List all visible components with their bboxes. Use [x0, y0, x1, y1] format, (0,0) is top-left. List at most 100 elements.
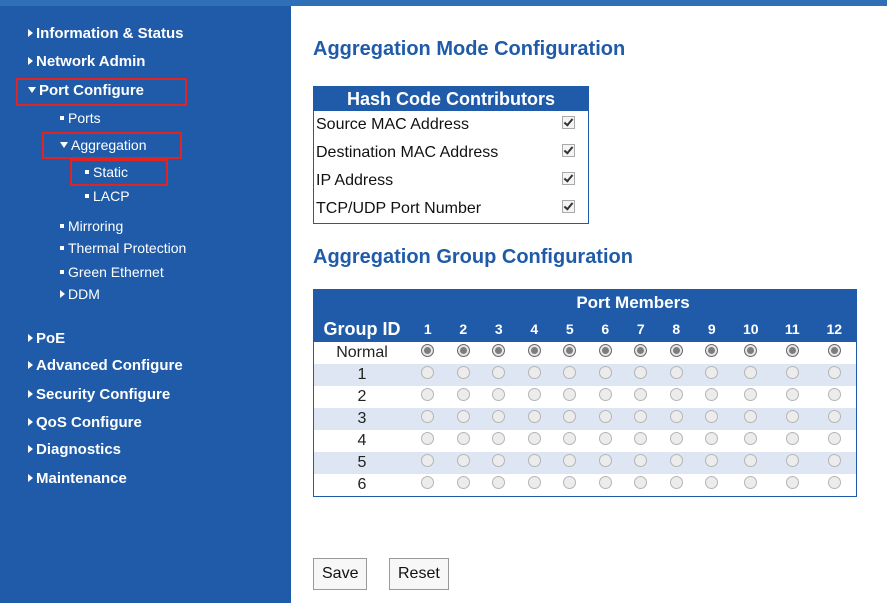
sidebar-item-ports[interactable]: Ports — [60, 108, 101, 128]
save-button[interactable]: Save — [313, 558, 368, 590]
port-member-radio[interactable] — [527, 366, 541, 379]
port-member-radio[interactable] — [421, 454, 435, 467]
sidebar-item-information-status[interactable]: Information & Status — [28, 24, 184, 44]
port-member-radio[interactable] — [669, 432, 683, 445]
port-member-radio[interactable] — [598, 476, 612, 489]
port-member-radio[interactable] — [827, 476, 841, 489]
port-member-radio[interactable] — [744, 454, 758, 467]
port-member-radio[interactable] — [785, 410, 799, 423]
port-member-radio[interactable] — [598, 366, 612, 379]
destination-mac-checkbox[interactable] — [561, 144, 575, 157]
port-member-radio[interactable] — [744, 476, 758, 489]
port-member-radio[interactable] — [598, 454, 612, 467]
port-member-radio[interactable] — [598, 432, 612, 445]
sidebar-item-green-ethernet[interactable]: Green Ethernet — [60, 262, 164, 282]
port-member-radio[interactable] — [421, 432, 435, 445]
port-member-radio[interactable] — [456, 388, 470, 401]
port-member-radio[interactable] — [785, 388, 799, 401]
sidebar-item-security-configure[interactable]: Security Configure — [28, 385, 170, 405]
tcp-udp-port-checkbox[interactable] — [561, 200, 575, 213]
port-member-radio[interactable] — [705, 366, 719, 379]
port-member-radio[interactable] — [634, 476, 648, 489]
port-member-radio[interactable] — [492, 432, 506, 445]
port-member-radio[interactable] — [456, 432, 470, 445]
sidebar-item-network-admin[interactable]: Network Admin — [28, 52, 145, 72]
port-member-radio[interactable] — [827, 344, 841, 357]
port-member-radio[interactable] — [421, 476, 435, 489]
port-member-radio[interactable] — [492, 388, 506, 401]
sidebar-item-qos-configure[interactable]: QoS Configure — [28, 413, 142, 433]
port-member-radio[interactable] — [669, 388, 683, 401]
port-member-radio[interactable] — [744, 366, 758, 379]
ip-address-checkbox[interactable] — [561, 172, 575, 185]
port-member-radio[interactable] — [827, 432, 841, 445]
sidebar-item-mirroring[interactable]: Mirroring — [60, 216, 123, 236]
port-member-radio[interactable] — [563, 388, 577, 401]
port-member-radio[interactable] — [563, 476, 577, 489]
port-member-radio[interactable] — [634, 410, 648, 423]
port-member-radio[interactable] — [827, 366, 841, 379]
port-member-radio[interactable] — [827, 410, 841, 423]
port-member-radio[interactable] — [705, 476, 719, 489]
sidebar-item-lacp[interactable]: LACP — [85, 186, 130, 206]
port-member-radio[interactable] — [563, 410, 577, 423]
port-member-radio[interactable] — [456, 454, 470, 467]
port-member-radio[interactable] — [527, 388, 541, 401]
reset-button[interactable]: Reset — [389, 558, 449, 590]
port-member-radio[interactable] — [669, 410, 683, 423]
port-member-radio[interactable] — [705, 410, 719, 423]
port-member-radio[interactable] — [669, 454, 683, 467]
port-member-radio[interactable] — [456, 476, 470, 489]
port-member-radio[interactable] — [634, 366, 648, 379]
port-member-radio[interactable] — [705, 454, 719, 467]
port-member-radio[interactable] — [527, 410, 541, 423]
port-member-radio[interactable] — [563, 366, 577, 379]
sidebar-item-ddm[interactable]: DDM — [60, 284, 100, 304]
port-member-radio[interactable] — [421, 410, 435, 423]
port-member-radio[interactable] — [827, 454, 841, 467]
port-member-radio[interactable] — [598, 344, 612, 357]
port-member-radio[interactable] — [456, 366, 470, 379]
port-member-radio[interactable] — [634, 432, 648, 445]
port-member-radio[interactable] — [456, 410, 470, 423]
sidebar-item-thermal-protection[interactable]: Thermal Protection — [60, 238, 186, 258]
port-member-radio[interactable] — [744, 388, 758, 401]
port-member-radio[interactable] — [492, 454, 506, 467]
port-member-radio[interactable] — [492, 344, 506, 357]
source-mac-checkbox[interactable] — [561, 116, 575, 129]
port-member-radio[interactable] — [744, 410, 758, 423]
port-member-radio[interactable] — [421, 366, 435, 379]
port-member-radio[interactable] — [598, 388, 612, 401]
port-member-radio[interactable] — [785, 344, 799, 357]
port-member-radio[interactable] — [744, 344, 758, 357]
port-member-radio[interactable] — [785, 432, 799, 445]
port-member-radio[interactable] — [634, 344, 648, 357]
port-member-radio[interactable] — [527, 476, 541, 489]
port-member-radio[interactable] — [421, 344, 435, 357]
port-member-radio[interactable] — [827, 388, 841, 401]
sidebar-item-advanced-configure[interactable]: Advanced Configure — [28, 356, 183, 376]
sidebar-item-maintenance[interactable]: Maintenance — [28, 469, 127, 489]
port-member-radio[interactable] — [705, 432, 719, 445]
port-member-radio[interactable] — [456, 344, 470, 357]
port-member-radio[interactable] — [492, 366, 506, 379]
port-member-radio[interactable] — [785, 366, 799, 379]
port-member-radio[interactable] — [705, 388, 719, 401]
port-member-radio[interactable] — [527, 432, 541, 445]
port-member-radio[interactable] — [669, 476, 683, 489]
port-member-radio[interactable] — [421, 388, 435, 401]
sidebar-item-diagnostics[interactable]: Diagnostics — [28, 440, 121, 460]
port-member-radio[interactable] — [785, 476, 799, 489]
port-member-radio[interactable] — [563, 344, 577, 357]
port-member-radio[interactable] — [669, 344, 683, 357]
port-member-radio[interactable] — [669, 366, 683, 379]
port-member-radio[interactable] — [634, 388, 648, 401]
port-member-radio[interactable] — [492, 410, 506, 423]
port-member-radio[interactable] — [598, 410, 612, 423]
port-member-radio[interactable] — [634, 454, 648, 467]
port-member-radio[interactable] — [705, 344, 719, 357]
port-member-radio[interactable] — [563, 454, 577, 467]
port-member-radio[interactable] — [563, 432, 577, 445]
port-member-radio[interactable] — [785, 454, 799, 467]
port-member-radio[interactable] — [744, 432, 758, 445]
